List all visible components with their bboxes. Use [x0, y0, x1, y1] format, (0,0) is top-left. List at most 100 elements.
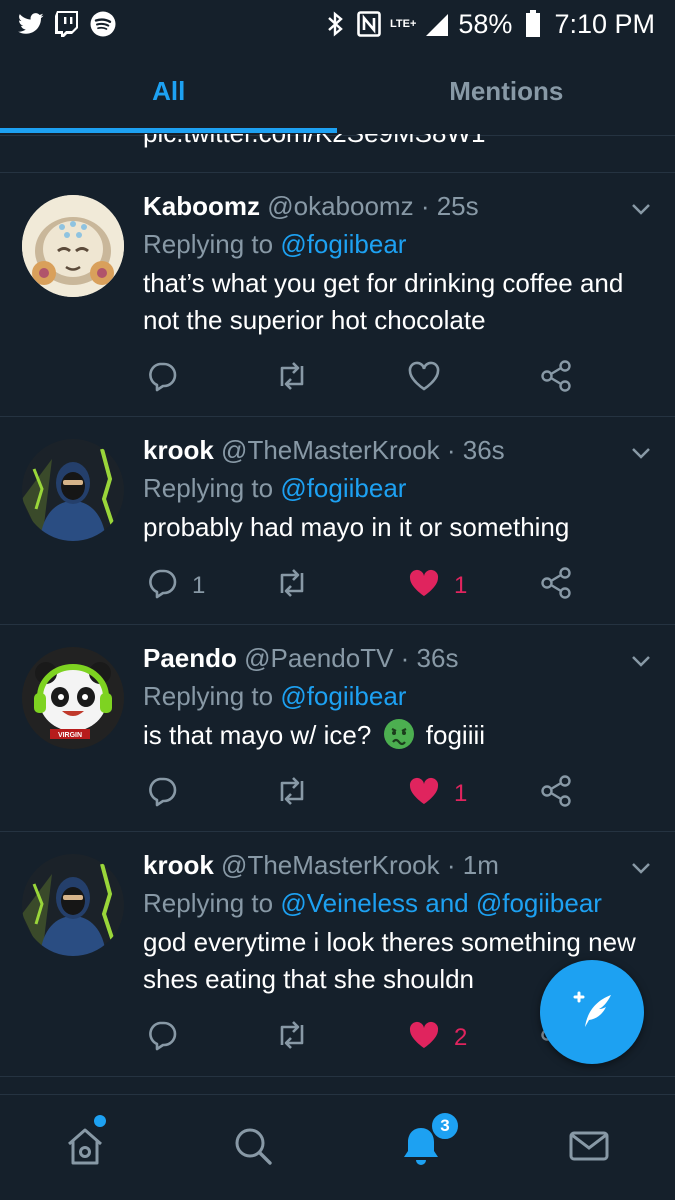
reply-context: Replying to @fogiibear — [143, 469, 635, 507]
like-count: 1 — [454, 780, 468, 807]
clock: 7:10 PM — [554, 8, 655, 39]
reply-mention[interactable]: @Veineless and @fogiibear — [280, 888, 602, 918]
battery-level: 58% — [458, 8, 513, 39]
reply-count: 1 — [192, 572, 206, 599]
reply-icon — [146, 567, 178, 606]
retweet-button[interactable] — [274, 566, 310, 606]
tweet-actions: 1 — [146, 774, 586, 814]
reply-mention[interactable]: @fogiibear — [280, 681, 406, 711]
display-name[interactable]: krook — [143, 850, 214, 880]
tweet-time: · 36s — [400, 643, 459, 673]
reply-button[interactable] — [146, 774, 192, 814]
home-unread-dot — [94, 1115, 106, 1127]
like-button[interactable] — [408, 359, 454, 399]
tweet-content: krook @TheMasterKrook · 36s Replying to … — [143, 435, 635, 546]
share-icon — [540, 566, 572, 606]
tweet-card[interactable]: Kaboomz @okaboomz · 25s Replying to @fog… — [0, 173, 675, 416]
reply-context: Replying to @Veineless and @fogiibear — [143, 884, 655, 922]
twitter-icon — [18, 11, 44, 37]
chevron-down-icon[interactable] — [629, 856, 653, 880]
tweet-time: · 25s — [420, 191, 479, 221]
compose-feather-icon — [567, 985, 617, 1040]
tweet-card[interactable]: krook @TheMasterKrook · 36s Replying to … — [0, 417, 675, 624]
heart-outline-icon — [408, 361, 440, 398]
share-button[interactable] — [540, 566, 572, 606]
user-handle[interactable]: @okaboomz — [267, 191, 413, 221]
reply-context: Replying to @fogiibear — [143, 677, 635, 715]
tweet-time: · 1m — [446, 850, 499, 880]
avatar[interactable] — [22, 195, 124, 297]
share-button[interactable] — [540, 359, 572, 399]
nav-messages[interactable] — [562, 1121, 616, 1175]
reply-mention[interactable]: @fogiibear — [280, 229, 406, 259]
tweet-text: that’s what you get for drinking coffee … — [143, 268, 624, 335]
display-name[interactable]: Kaboomz — [143, 191, 260, 221]
tweet-text: probably had mayo in it or something — [143, 512, 570, 542]
tweet-card[interactable]: VIRGIN Paendo @PaendoTV · 36s Replying t… — [0, 625, 675, 831]
twitch-icon — [54, 11, 80, 37]
tweet-header: Paendo @PaendoTV · 36s — [143, 643, 635, 673]
signal-icon — [424, 11, 450, 37]
heart-filled-icon — [408, 1020, 440, 1057]
retweet-button[interactable] — [274, 774, 310, 814]
avatar[interactable] — [22, 854, 124, 956]
spotify-icon — [90, 11, 116, 37]
notification-tabs: All Mentions — [0, 48, 675, 136]
reply-button[interactable] — [146, 359, 192, 399]
avatar[interactable]: VIRGIN — [22, 647, 124, 749]
share-button[interactable] — [540, 774, 572, 814]
retweet-icon — [274, 1019, 310, 1058]
reply-icon — [146, 1019, 178, 1058]
network-type: LTE+ — [390, 17, 417, 30]
tweet-text-part: is that mayo w/ ice? — [143, 720, 372, 750]
battery-icon — [520, 10, 546, 37]
like-button[interactable]: 1 — [408, 566, 467, 606]
tweet-content: Paendo @PaendoTV · 36s Replying to @fogi… — [143, 643, 635, 760]
chevron-down-icon[interactable] — [629, 649, 653, 673]
tweet-header: krook @TheMasterKrook · 36s — [143, 435, 635, 465]
chevron-down-icon[interactable] — [629, 197, 653, 221]
like-count: 1 — [454, 572, 468, 599]
tweet-text-part: fogiiii — [425, 720, 486, 750]
chevron-down-icon[interactable] — [629, 441, 653, 465]
home-icon — [63, 1124, 107, 1173]
retweet-icon — [274, 360, 310, 399]
compose-tweet-button[interactable] — [540, 960, 644, 1064]
display-name[interactable]: krook — [143, 435, 214, 465]
avatar[interactable] — [22, 439, 124, 541]
reply-context: Replying to @fogiibear — [143, 225, 635, 263]
retweet-button[interactable] — [274, 359, 310, 399]
search-icon — [231, 1124, 275, 1173]
reply-mention[interactable]: @fogiibear — [280, 473, 406, 503]
clipped-tweet-text: pic.twitter.com/K2Se9MS8W1 — [143, 134, 485, 149]
tweet-actions: 1 1 — [146, 566, 586, 606]
reply-icon — [146, 775, 178, 814]
clipped-tweet[interactable]: pic.twitter.com/K2Se9MS8W1 — [0, 134, 675, 174]
user-handle[interactable]: @TheMasterKrook — [221, 850, 440, 880]
reply-prefix: Replying to — [143, 681, 274, 711]
user-handle[interactable]: @PaendoTV — [244, 643, 393, 673]
heart-filled-icon — [408, 776, 440, 813]
reply-prefix: Replying to — [143, 473, 274, 503]
reply-button[interactable] — [146, 1018, 192, 1058]
status-right: LTE+ 58% 7:10 PM — [322, 9, 655, 40]
user-handle[interactable]: @TheMasterKrook — [221, 435, 440, 465]
tab-mentions[interactable]: Mentions — [338, 48, 675, 135]
notifications-badge: 3 — [430, 1111, 460, 1141]
reply-button[interactable]: 1 — [146, 566, 205, 606]
display-name[interactable]: Paendo — [143, 643, 237, 673]
like-button[interactable]: 1 — [408, 774, 467, 814]
divider — [0, 1076, 675, 1077]
nav-search[interactable] — [226, 1121, 280, 1175]
status-bar: LTE+ 58% 7:10 PM — [0, 0, 675, 48]
like-button[interactable]: 2 — [408, 1018, 467, 1058]
nav-home[interactable] — [58, 1121, 112, 1175]
share-icon — [540, 359, 572, 399]
tab-all[interactable]: All — [0, 48, 338, 135]
retweet-button[interactable] — [274, 1018, 310, 1058]
mail-icon — [567, 1124, 611, 1173]
tweet-actions: 2 — [146, 1018, 586, 1058]
nfc-icon — [356, 11, 382, 37]
tweet-header: Kaboomz @okaboomz · 25s — [143, 191, 635, 221]
tweet-time: · 36s — [446, 435, 505, 465]
